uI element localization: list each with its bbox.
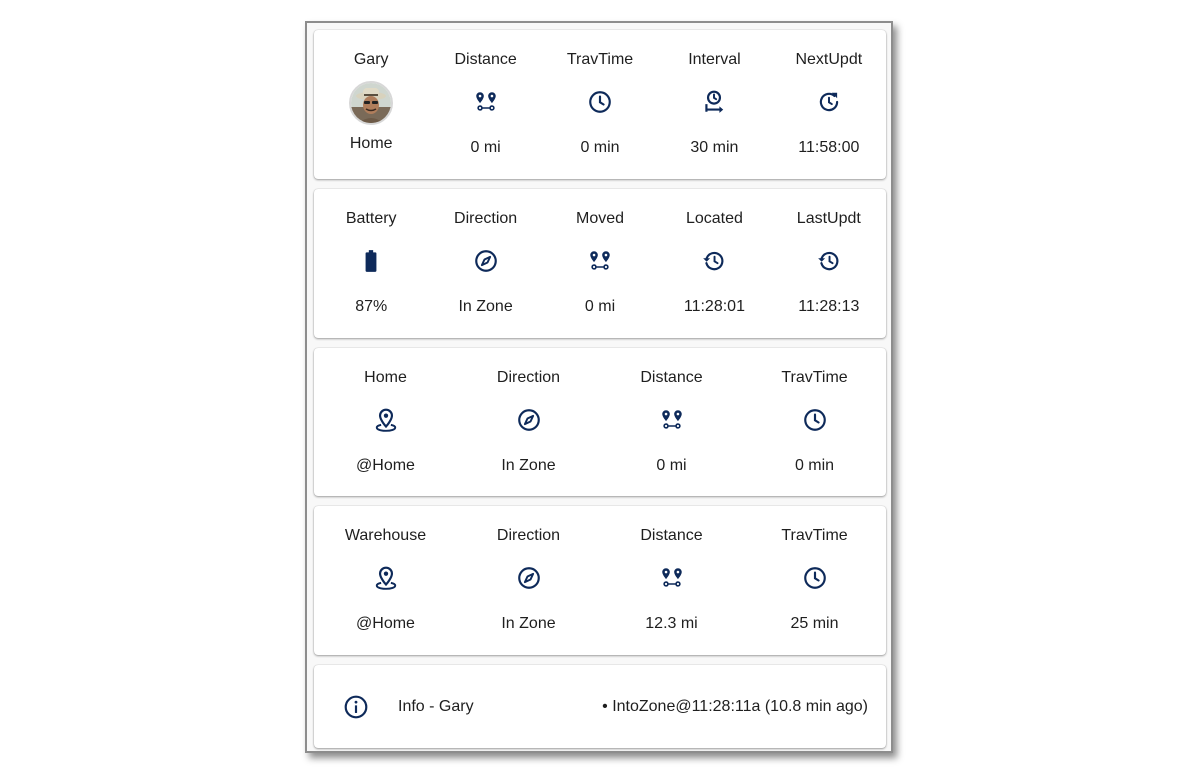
entity-name: Warehouse (344, 527, 427, 544)
entity-battery[interactable]: Battery 87% (314, 189, 428, 338)
entity-name: Interval (688, 51, 741, 68)
tracker-card-status: Battery 87% Direction In Zone Moved 0 mi (314, 189, 886, 338)
entity-name: Home (364, 369, 407, 386)
entity-name: Located (685, 210, 743, 227)
tracker-card-gary: Gary Home Distance 0 mi TravTime 0 min I… (314, 30, 886, 179)
map-marker-distance-icon (584, 245, 616, 277)
history-icon (698, 245, 730, 277)
entity-name: TravTime (781, 369, 848, 386)
entity-warehouse-zone[interactable]: Warehouse @Home (314, 506, 457, 655)
entity-travtime[interactable]: TravTime 25 min (743, 506, 886, 655)
avatar (349, 81, 394, 125)
entity-state: 87% (355, 298, 388, 315)
history-icon (813, 245, 845, 277)
entity-name: TravTime (781, 527, 848, 544)
entity-name: Direction (496, 527, 561, 544)
entity-state: @Home (356, 457, 415, 474)
clock-icon (799, 562, 831, 594)
entity-state: In Zone (501, 457, 556, 474)
entity-name: Gary (353, 51, 389, 68)
entity-state: 11:28:01 (683, 298, 745, 315)
entity-state: 11:28:13 (798, 298, 860, 315)
entity-direction[interactable]: Direction In Zone (457, 348, 600, 496)
entity-state: In Zone (501, 615, 556, 632)
clock-refresh-icon (813, 86, 845, 118)
entity-state: 12.3 mi (645, 615, 698, 632)
entity-moved[interactable]: Moved 0 mi (543, 189, 657, 338)
entity-state: 0 min (580, 139, 620, 156)
entity-name: Distance (640, 369, 703, 386)
entity-state: 0 min (794, 457, 835, 474)
entity-state: @Home (356, 615, 415, 632)
entity-travtime[interactable]: TravTime 0 min (543, 30, 657, 179)
map-marker-radius-icon (370, 404, 402, 436)
entity-name: TravTime (566, 51, 634, 68)
info-entity-name: Info - Gary (398, 697, 474, 715)
entity-state: 11:58:00 (798, 139, 860, 156)
entity-name: LastUpdt (796, 210, 861, 227)
entity-name: Distance (454, 51, 517, 68)
entity-distance[interactable]: Distance 0 mi (600, 348, 743, 496)
entity-travtime[interactable]: TravTime 0 min (743, 348, 886, 496)
entity-state: 25 min (790, 615, 839, 632)
entity-direction[interactable]: Direction In Zone (457, 506, 600, 655)
entity-lastupdt[interactable]: LastUpdt 11:28:13 (772, 189, 886, 338)
compass-icon (470, 245, 502, 277)
info-entity-row[interactable]: Info - Gary • IntoZone@11:28:11a (10.8 m… (314, 665, 886, 748)
info-entity-state: • IntoZone@11:28:11a (10.8 min ago) (602, 697, 868, 715)
entity-name: Direction (454, 210, 518, 227)
dashboard-panel: Gary Home Distance 0 mi TravTime 0 min I… (305, 21, 893, 753)
entity-nextupdt[interactable]: NextUpdt 11:58:00 (772, 30, 886, 179)
zone-card-warehouse: Warehouse @Home Direction In Zone Distan… (314, 506, 886, 655)
zone-card-home: Home @Home Direction In Zone Distance 0 … (314, 348, 886, 496)
entity-state: 0 mi (584, 298, 616, 315)
entity-gary[interactable]: Gary Home (314, 30, 428, 179)
entity-state: Home (349, 135, 393, 152)
entity-state: 0 mi (656, 457, 687, 474)
entity-state: 0 mi (470, 139, 501, 156)
map-marker-distance-icon (656, 404, 688, 436)
timer-arrow-icon (698, 86, 730, 118)
battery-icon (355, 245, 387, 277)
information-outline-icon (343, 694, 369, 720)
entity-distance[interactable]: Distance 12.3 mi (600, 506, 743, 655)
map-marker-distance-icon (470, 86, 502, 118)
entity-direction[interactable]: Direction In Zone (428, 189, 542, 338)
compass-icon (513, 404, 545, 436)
entity-located[interactable]: Located 11:28:01 (657, 189, 771, 338)
entity-state: 30 min (690, 139, 739, 156)
info-card: Info - Gary • IntoZone@11:28:11a (10.8 m… (314, 665, 886, 748)
clock-icon (584, 86, 616, 118)
compass-icon (513, 562, 545, 594)
entity-distance[interactable]: Distance 0 mi (428, 30, 542, 179)
entity-name: Battery (345, 210, 397, 227)
map-marker-distance-icon (656, 562, 688, 594)
entity-name: Direction (496, 369, 561, 386)
entity-name: Distance (640, 527, 703, 544)
clock-icon (799, 404, 831, 436)
entity-state: In Zone (458, 298, 513, 315)
entity-name: Moved (576, 210, 625, 227)
map-marker-radius-icon (370, 562, 402, 594)
entity-interval[interactable]: Interval 30 min (657, 30, 771, 179)
entity-home-zone[interactable]: Home @Home (314, 348, 457, 496)
entity-name: NextUpdt (795, 51, 863, 68)
